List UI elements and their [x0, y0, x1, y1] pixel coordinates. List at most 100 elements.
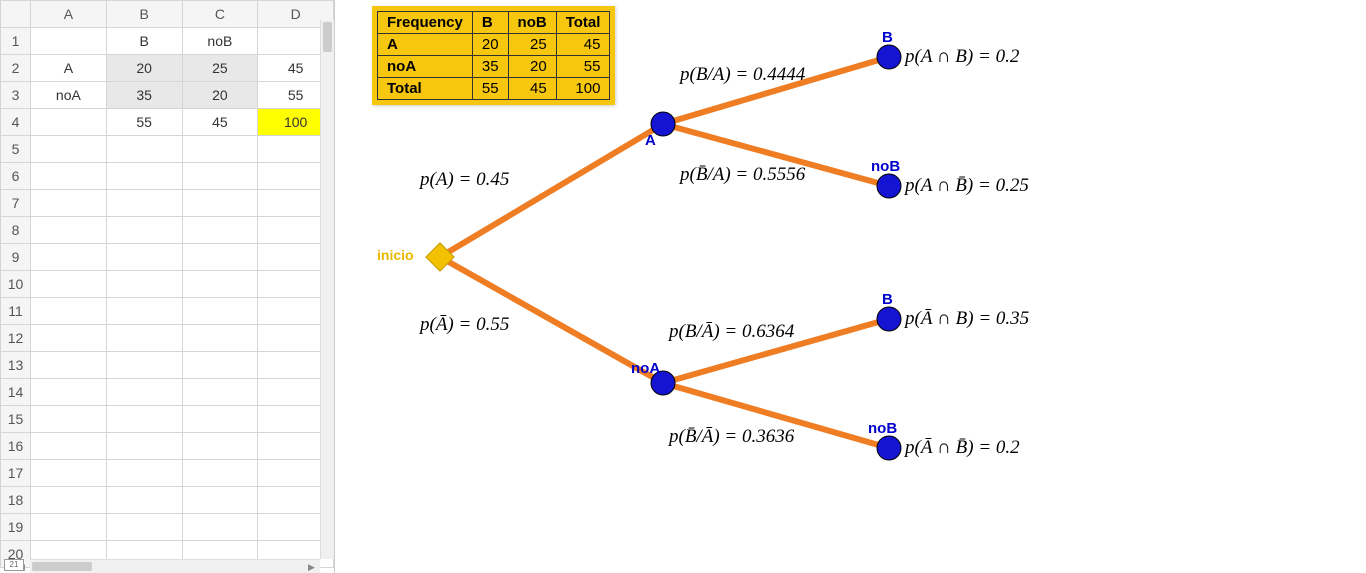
row-head[interactable]: 9: [1, 244, 31, 271]
cell[interactable]: [182, 406, 258, 433]
spreadsheet-table[interactable]: A B C D 1 B noB 2 A 20 25 45 3 noA 35 20…: [0, 0, 334, 568]
cell[interactable]: 25: [182, 55, 258, 82]
cell[interactable]: [31, 28, 107, 55]
cell[interactable]: 45: [182, 109, 258, 136]
cell[interactable]: [182, 325, 258, 352]
col-head-A[interactable]: A: [31, 1, 107, 28]
row-head[interactable]: 16: [1, 433, 31, 460]
scrollbar-thumb[interactable]: [32, 562, 92, 571]
cell[interactable]: [182, 514, 258, 541]
leaf-B-2[interactable]: B: [877, 291, 901, 331]
row-head[interactable]: 3: [1, 82, 31, 109]
row-head[interactable]: 5: [1, 136, 31, 163]
row-head[interactable]: 18: [1, 487, 31, 514]
col-head-B[interactable]: B: [106, 1, 182, 28]
cell[interactable]: [31, 325, 107, 352]
cell[interactable]: [182, 190, 258, 217]
vertical-scrollbar[interactable]: [320, 20, 334, 559]
start-node[interactable]: inicio: [377, 243, 454, 271]
cell[interactable]: [31, 136, 107, 163]
row-head[interactable]: 2: [1, 55, 31, 82]
cell[interactable]: 55: [106, 109, 182, 136]
row-head[interactable]: 15: [1, 406, 31, 433]
row-head[interactable]: 4: [1, 109, 31, 136]
cell[interactable]: [106, 244, 182, 271]
cell[interactable]: [106, 406, 182, 433]
cell[interactable]: 20: [106, 55, 182, 82]
row-head[interactable]: 6: [1, 163, 31, 190]
row-head[interactable]: 10: [1, 271, 31, 298]
prob-A-int-B: p(A ∩ B) = 0.2: [903, 46, 1020, 67]
cell[interactable]: [182, 487, 258, 514]
cell[interactable]: [182, 298, 258, 325]
cell[interactable]: [31, 487, 107, 514]
cell[interactable]: [106, 487, 182, 514]
cell[interactable]: [182, 217, 258, 244]
row-head[interactable]: 7: [1, 190, 31, 217]
row-head[interactable]: 8: [1, 217, 31, 244]
cell[interactable]: [106, 379, 182, 406]
node-noA[interactable]: noA: [631, 360, 675, 395]
cell[interactable]: A: [31, 55, 107, 82]
toggle-view-icon[interactable]: 21: [4, 559, 24, 571]
cell[interactable]: [182, 271, 258, 298]
cell[interactable]: [106, 433, 182, 460]
cell[interactable]: [182, 163, 258, 190]
row-head[interactable]: 12: [1, 325, 31, 352]
cell[interactable]: [106, 190, 182, 217]
cell[interactable]: [31, 298, 107, 325]
cell[interactable]: [182, 136, 258, 163]
row-head[interactable]: 11: [1, 298, 31, 325]
cell[interactable]: [106, 271, 182, 298]
cell[interactable]: 20: [182, 82, 258, 109]
cell[interactable]: [106, 325, 182, 352]
cell[interactable]: noA: [31, 82, 107, 109]
horizontal-scrollbar[interactable]: ◀ ▶: [30, 559, 320, 573]
cell[interactable]: [106, 298, 182, 325]
cell[interactable]: [106, 136, 182, 163]
diamond-icon: [426, 243, 454, 271]
cell[interactable]: [31, 244, 107, 271]
graphics-canvas[interactable]: Frequency B noB Total A 20 25 45 noA 35 …: [335, 0, 1366, 573]
node-noA-label: noA: [631, 360, 660, 377]
prob-Abar-int-Bbar: p(Ā ∩ B̄) = 0.2: [903, 437, 1020, 458]
cell[interactable]: [31, 163, 107, 190]
cell[interactable]: [31, 217, 107, 244]
probability-tree: inicio A noA B noB B noB p(A) = 0.4: [335, 0, 1366, 573]
row-head[interactable]: 1: [1, 28, 31, 55]
row-head[interactable]: 13: [1, 352, 31, 379]
cell[interactable]: [31, 406, 107, 433]
cell[interactable]: [31, 109, 107, 136]
cell[interactable]: [106, 352, 182, 379]
row-head[interactable]: 19: [1, 514, 31, 541]
cell[interactable]: noB: [182, 28, 258, 55]
cell[interactable]: [31, 433, 107, 460]
cell[interactable]: [31, 379, 107, 406]
cell[interactable]: [31, 514, 107, 541]
cell[interactable]: [31, 460, 107, 487]
cell[interactable]: 35: [106, 82, 182, 109]
cell[interactable]: [106, 514, 182, 541]
cell[interactable]: [182, 379, 258, 406]
cell[interactable]: [31, 352, 107, 379]
scroll-right-icon[interactable]: ▶: [308, 562, 318, 572]
cell[interactable]: [106, 163, 182, 190]
cell[interactable]: [182, 460, 258, 487]
cell[interactable]: B: [106, 28, 182, 55]
cell[interactable]: [106, 460, 182, 487]
col-head-C[interactable]: C: [182, 1, 258, 28]
cell[interactable]: [182, 433, 258, 460]
row-head[interactable]: 17: [1, 460, 31, 487]
prob-A-int-Bbar: p(A ∩ B̄) = 0.25: [903, 175, 1029, 196]
scrollbar-thumb[interactable]: [323, 22, 332, 52]
cell[interactable]: [182, 244, 258, 271]
leaf-noB-1[interactable]: noB: [871, 158, 901, 198]
row-head[interactable]: 14: [1, 379, 31, 406]
leaf-noB-2[interactable]: noB: [868, 420, 901, 460]
leaf-B-1[interactable]: B: [877, 29, 901, 69]
corner-cell[interactable]: [1, 1, 31, 28]
cell[interactable]: [31, 190, 107, 217]
cell[interactable]: [182, 352, 258, 379]
cell[interactable]: [106, 217, 182, 244]
cell[interactable]: [31, 271, 107, 298]
